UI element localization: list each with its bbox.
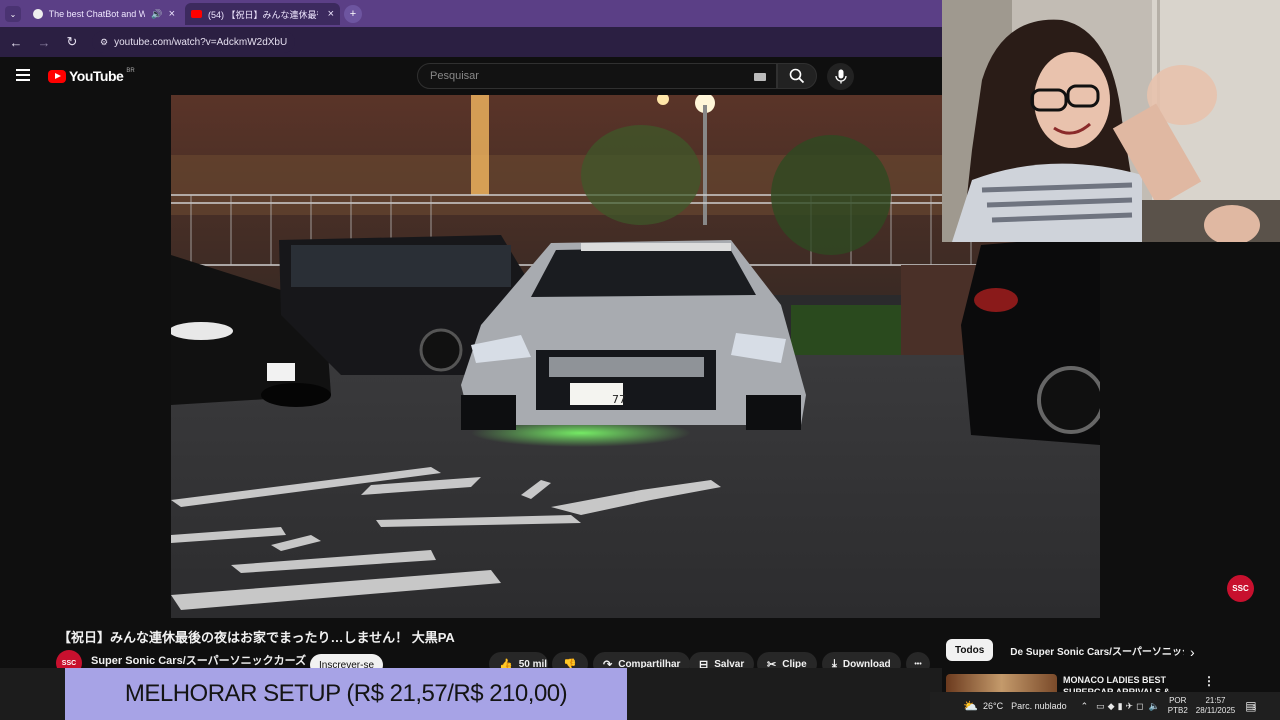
- site-info-icon[interactable]: ⚙: [100, 37, 108, 48]
- keyboard-icon[interactable]: [754, 73, 766, 81]
- weather-icon[interactable]: ⛅: [963, 699, 978, 713]
- keyboard-layout[interactable]: POR PTB2: [1168, 696, 1188, 716]
- search-button[interactable]: [777, 63, 817, 89]
- url-field[interactable]: ⚙ youtube.com/watch?v=AdckmW2dXbU: [92, 31, 296, 53]
- speaker-icon[interactable]: 🔊: [151, 9, 162, 20]
- youtube-header: YouTube BR Pesquisar: [0, 57, 942, 95]
- tab-title: The best ChatBot and Widg: [48, 9, 146, 19]
- chip-from-channel[interactable]: De Super Sonic Cars/スーパーソニックカ: [1001, 639, 1184, 661]
- address-bar: ← → ↻ ⚙ youtube.com/watch?v=AdckmW2dXbU: [0, 27, 942, 57]
- chevron-up-icon[interactable]: ⌃: [1081, 701, 1089, 712]
- forward-icon[interactable]: →: [36, 35, 52, 50]
- time: 21:57: [1205, 696, 1226, 705]
- goal-text: MELHORAR SETUP (R$ 21,57/R$ 210,00): [124, 680, 568, 707]
- more-vert-icon[interactable]: ⋮: [1203, 674, 1215, 688]
- goal-banner: MELHORAR SETUP (R$ 21,57/R$ 210,00): [65, 668, 627, 720]
- channel-watermark[interactable]: SSC: [1227, 575, 1254, 602]
- tab-list-dropdown[interactable]: ⌄: [5, 6, 21, 22]
- url-text: youtube.com/watch?v=AdckmW2dXbU: [114, 36, 288, 48]
- menu-icon[interactable]: [16, 69, 30, 81]
- more-icon: •••: [914, 660, 922, 668]
- browser-tab-bar: ⌄ The best ChatBot and Widg 🔊 × (54) 【祝日…: [0, 0, 942, 27]
- country-code: BR: [126, 68, 135, 74]
- chip-all[interactable]: Todos: [946, 639, 994, 661]
- youtube-icon: [191, 10, 202, 18]
- close-icon[interactable]: ×: [169, 8, 175, 20]
- channel-name[interactable]: Super Sonic Cars/スーパーソニックカーズ: [91, 652, 306, 668]
- system-tray: ⛅ 26°C Parc. nublado ⌃ ▭◆▮✈◻ 🔈 POR PTB2 …: [930, 692, 1280, 720]
- chevron-right-icon[interactable]: ›: [1190, 644, 1195, 660]
- tab-chatbot[interactable]: The best ChatBot and Widg 🔊 ×: [27, 3, 181, 25]
- tray-icons[interactable]: ▭◆▮✈◻: [1096, 701, 1146, 712]
- search-icon: [789, 68, 805, 84]
- webcam-overlay: [942, 0, 1280, 242]
- tab-title: (54) 【祝日】みんな連休最後の夜: [208, 9, 318, 20]
- back-icon[interactable]: ←: [8, 35, 24, 50]
- youtube-play-icon: [48, 69, 66, 83]
- plate-text: 77: [612, 393, 626, 406]
- tab-youtube[interactable]: (54) 【祝日】みんな連休最後の夜 ×: [185, 3, 340, 25]
- search-input[interactable]: Pesquisar: [417, 63, 777, 89]
- search-placeholder: Pesquisar: [430, 70, 479, 82]
- voice-search-button[interactable]: [827, 63, 854, 90]
- close-icon[interactable]: ×: [328, 8, 334, 20]
- clock[interactable]: 21:57 28/11/2025: [1196, 696, 1235, 716]
- temperature: 26°C: [982, 701, 1004, 711]
- notification-count: 3: [1252, 705, 1257, 712]
- shield-icon: [33, 9, 43, 19]
- weather-text: Parc. nublado: [1011, 701, 1067, 711]
- filter-chips: Todos De Super Sonic Cars/スーパーソニックカ: [946, 639, 1184, 661]
- date: 28/11/2025: [1195, 706, 1236, 715]
- language: POR: [1169, 696, 1187, 705]
- youtube-logo[interactable]: YouTube BR: [48, 68, 135, 84]
- notifications-button[interactable]: ▤ 3: [1245, 699, 1256, 713]
- layout: PTB2: [1167, 706, 1188, 715]
- microphone-icon: [834, 69, 847, 84]
- webcam-image: [942, 0, 1280, 242]
- new-tab-button[interactable]: +: [344, 5, 362, 23]
- logo-text: YouTube: [69, 68, 124, 84]
- speaker-icon[interactable]: 🔈: [1149, 701, 1160, 712]
- video-title: 【祝日】みんな連休最後の夜はお家でまったり…しません！ 大黒PA: [58, 630, 455, 645]
- reload-icon[interactable]: ↻: [64, 34, 80, 50]
